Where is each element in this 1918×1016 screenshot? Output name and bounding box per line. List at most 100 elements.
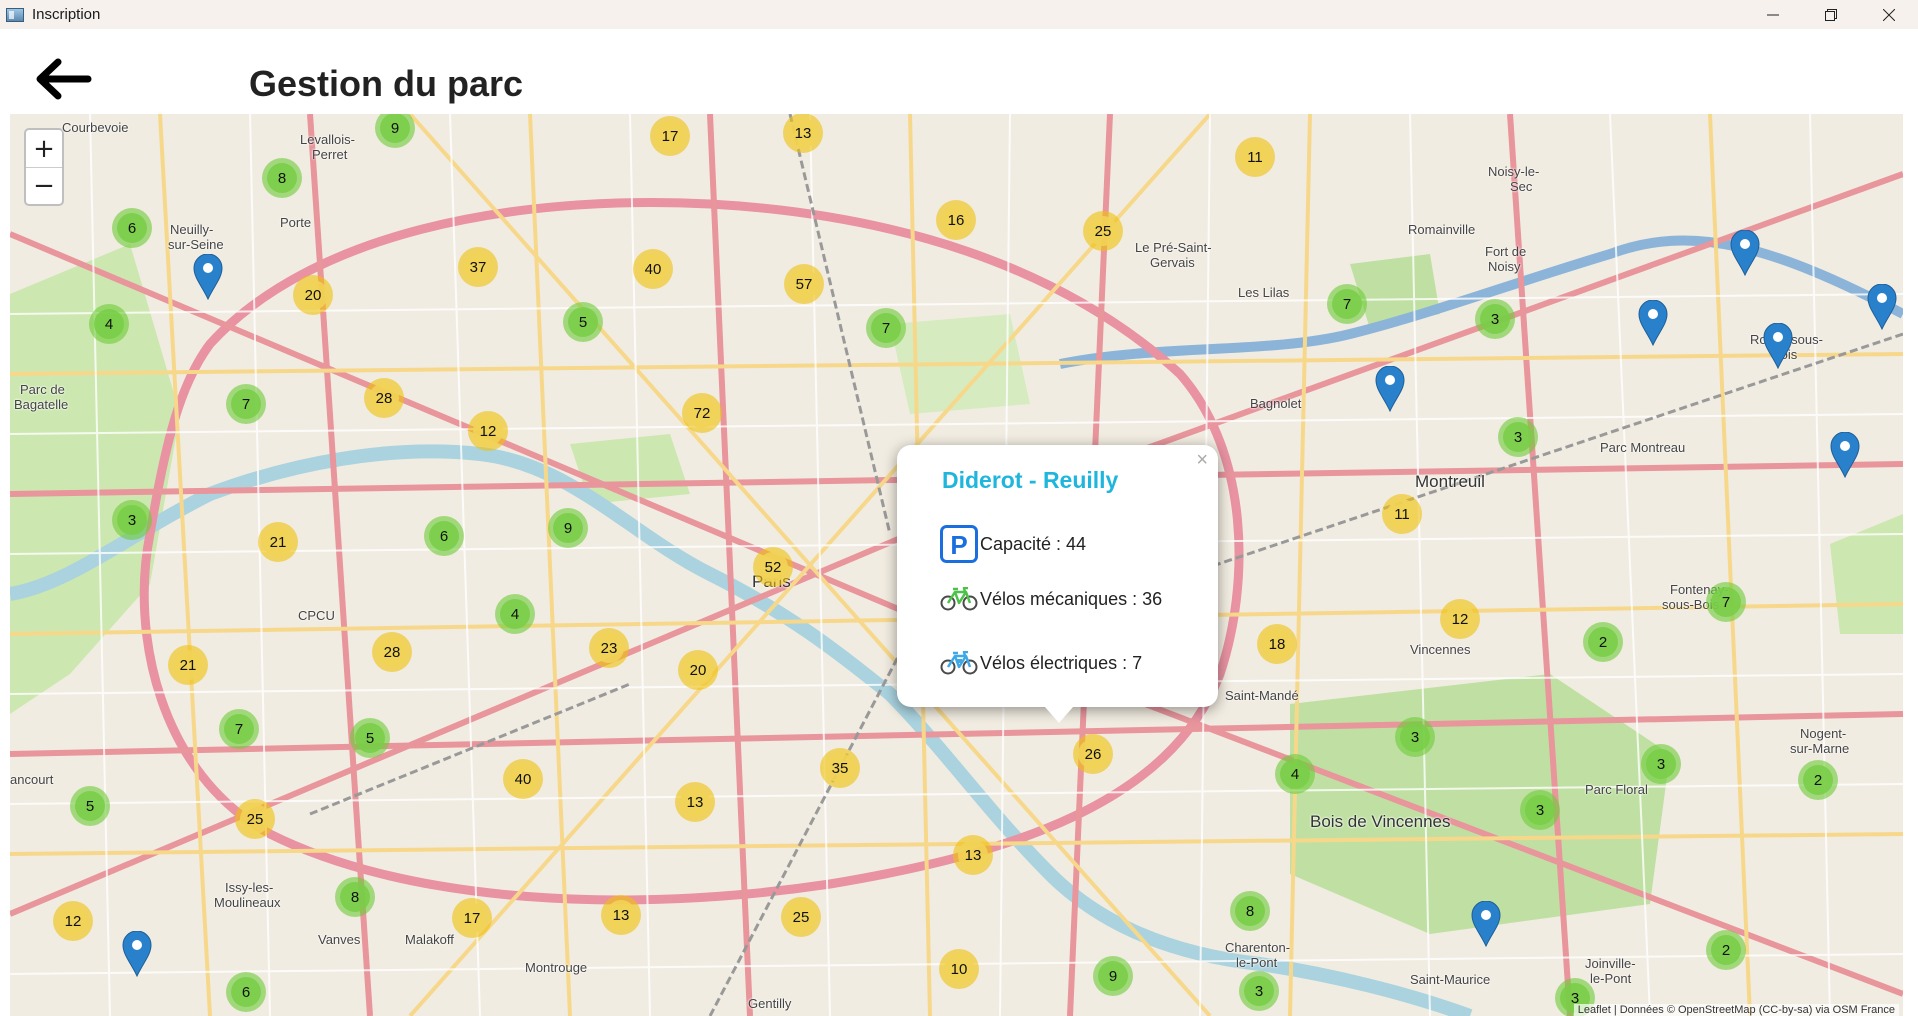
station-cluster[interactable]: 13 [783, 114, 823, 153]
station-marker[interactable] [1638, 300, 1668, 346]
station-cluster[interactable]: 37 [458, 247, 498, 287]
station-cluster[interactable]: 25 [235, 799, 275, 839]
map-label: Malakoff [405, 932, 454, 947]
station-cluster[interactable]: 7 [226, 384, 266, 424]
station-cluster[interactable]: 2 [1583, 622, 1623, 662]
station-cluster[interactable]: 72 [682, 393, 722, 433]
station-cluster[interactable]: 7 [866, 308, 906, 348]
station-cluster[interactable]: 3 [1498, 417, 1538, 457]
station-cluster[interactable]: 12 [468, 411, 508, 451]
station-cluster[interactable]: 7 [219, 709, 259, 749]
map-label: Bagnolet [1250, 396, 1302, 411]
station-marker[interactable] [1375, 366, 1405, 412]
restore-button[interactable] [1802, 0, 1860, 29]
station-cluster[interactable]: 18 [1257, 624, 1297, 664]
station-cluster[interactable]: 26 [1073, 734, 1113, 774]
station-cluster[interactable]: 3 [112, 500, 152, 540]
station-cluster[interactable]: 25 [1083, 211, 1123, 251]
station-cluster[interactable]: 2 [1706, 930, 1746, 970]
map[interactable]: + − Courbevoie Levallois- Perret Neuilly… [10, 114, 1903, 1016]
cluster-count: 7 [224, 714, 254, 744]
station-cluster[interactable]: 2 [1798, 760, 1838, 800]
station-cluster[interactable]: 3 [1641, 744, 1681, 784]
map-label: le-Pont [1590, 971, 1632, 986]
station-cluster[interactable]: 7 [1327, 284, 1367, 324]
station-cluster[interactable]: 40 [633, 249, 673, 289]
station-marker[interactable] [1867, 284, 1897, 330]
station-cluster[interactable]: 52 [753, 547, 793, 587]
cluster-count: 7 [1332, 289, 1362, 319]
station-marker[interactable] [1471, 901, 1501, 947]
map-label: Parc Montreau [1600, 440, 1686, 455]
station-cluster[interactable]: 6 [424, 516, 464, 556]
station-cluster[interactable]: 11 [1382, 494, 1422, 534]
app-icon [6, 7, 24, 22]
station-cluster[interactable]: 28 [372, 632, 412, 672]
station-cluster[interactable]: 12 [53, 901, 93, 941]
station-cluster[interactable]: 3 [1239, 971, 1279, 1011]
station-cluster[interactable]: 9 [548, 508, 588, 548]
station-cluster[interactable]: 57 [784, 264, 824, 304]
cluster-count: 3 [1244, 976, 1274, 1006]
station-cluster[interactable]: 3 [1520, 790, 1560, 830]
station-cluster[interactable]: 11 [1235, 137, 1275, 177]
station-cluster[interactable]: 4 [89, 304, 129, 344]
station-cluster[interactable]: 13 [953, 835, 993, 875]
station-marker[interactable] [1830, 432, 1860, 478]
station-cluster[interactable]: 17 [452, 898, 492, 938]
station-cluster[interactable]: 21 [258, 522, 298, 562]
station-cluster[interactable]: 20 [293, 275, 333, 315]
map-label: Levallois- [300, 132, 355, 147]
station-cluster[interactable]: 4 [495, 594, 535, 634]
station-cluster[interactable]: 35 [820, 748, 860, 788]
station-marker[interactable] [1730, 230, 1760, 276]
station-cluster[interactable]: 4 [1275, 754, 1315, 794]
station-marker[interactable] [122, 931, 152, 977]
station-cluster[interactable]: 3 [1395, 717, 1435, 757]
mechanical-bikes-text: Vélos mécaniques : 36 [980, 588, 1163, 609]
map-label: Noisy [1488, 259, 1521, 274]
station-cluster[interactable]: 25 [781, 897, 821, 937]
station-cluster[interactable]: 5 [563, 302, 603, 342]
cluster-count: 40 [638, 254, 668, 284]
cluster-count: 25 [786, 902, 816, 932]
station-cluster[interactable]: 16 [936, 200, 976, 240]
close-window-button[interactable] [1860, 0, 1918, 29]
window-title: Inscription [32, 6, 101, 23]
cluster-count: 23 [594, 633, 624, 663]
station-cluster[interactable]: 8 [335, 877, 375, 917]
station-cluster[interactable]: 13 [601, 895, 641, 935]
zoom-in-button[interactable]: + [26, 130, 62, 167]
station-cluster[interactable]: 20 [678, 650, 718, 690]
station-marker[interactable] [1763, 323, 1793, 369]
station-cluster[interactable]: 5 [70, 786, 110, 826]
cluster-count: 9 [380, 114, 410, 143]
popup-close-button[interactable]: × [1196, 449, 1208, 472]
cluster-count: 13 [606, 900, 636, 930]
station-cluster[interactable]: 28 [364, 378, 404, 418]
back-button[interactable] [34, 57, 92, 101]
station-cluster[interactable]: 8 [262, 158, 302, 198]
station-cluster[interactable]: 21 [168, 645, 208, 685]
station-cluster[interactable]: 7 [1706, 582, 1746, 622]
station-cluster[interactable]: 40 [503, 759, 543, 799]
map-label: Parc Floral [1585, 782, 1648, 797]
station-cluster[interactable]: 3 [1475, 299, 1515, 339]
station-marker[interactable] [193, 254, 223, 300]
station-cluster[interactable]: 9 [1093, 956, 1133, 996]
zoom-out-button[interactable]: − [26, 167, 62, 204]
station-cluster[interactable]: 23 [589, 628, 629, 668]
station-cluster[interactable]: 6 [112, 208, 152, 248]
station-cluster[interactable]: 12 [1440, 599, 1480, 639]
map-label: Gentilly [748, 996, 792, 1011]
cluster-count: 28 [369, 383, 399, 413]
map-attribution[interactable]: Leaflet | Données © OpenStreetMap (CC-by… [1573, 1004, 1899, 1016]
station-cluster[interactable]: 10 [939, 949, 979, 989]
station-cluster[interactable]: 8 [1230, 891, 1270, 931]
station-cluster[interactable]: 13 [675, 782, 715, 822]
minimize-button[interactable] [1744, 0, 1802, 29]
station-cluster[interactable]: 5 [350, 718, 390, 758]
station-cluster[interactable]: 6 [226, 972, 266, 1012]
map-label: Vincennes [1410, 642, 1471, 657]
station-cluster[interactable]: 17 [650, 116, 690, 156]
